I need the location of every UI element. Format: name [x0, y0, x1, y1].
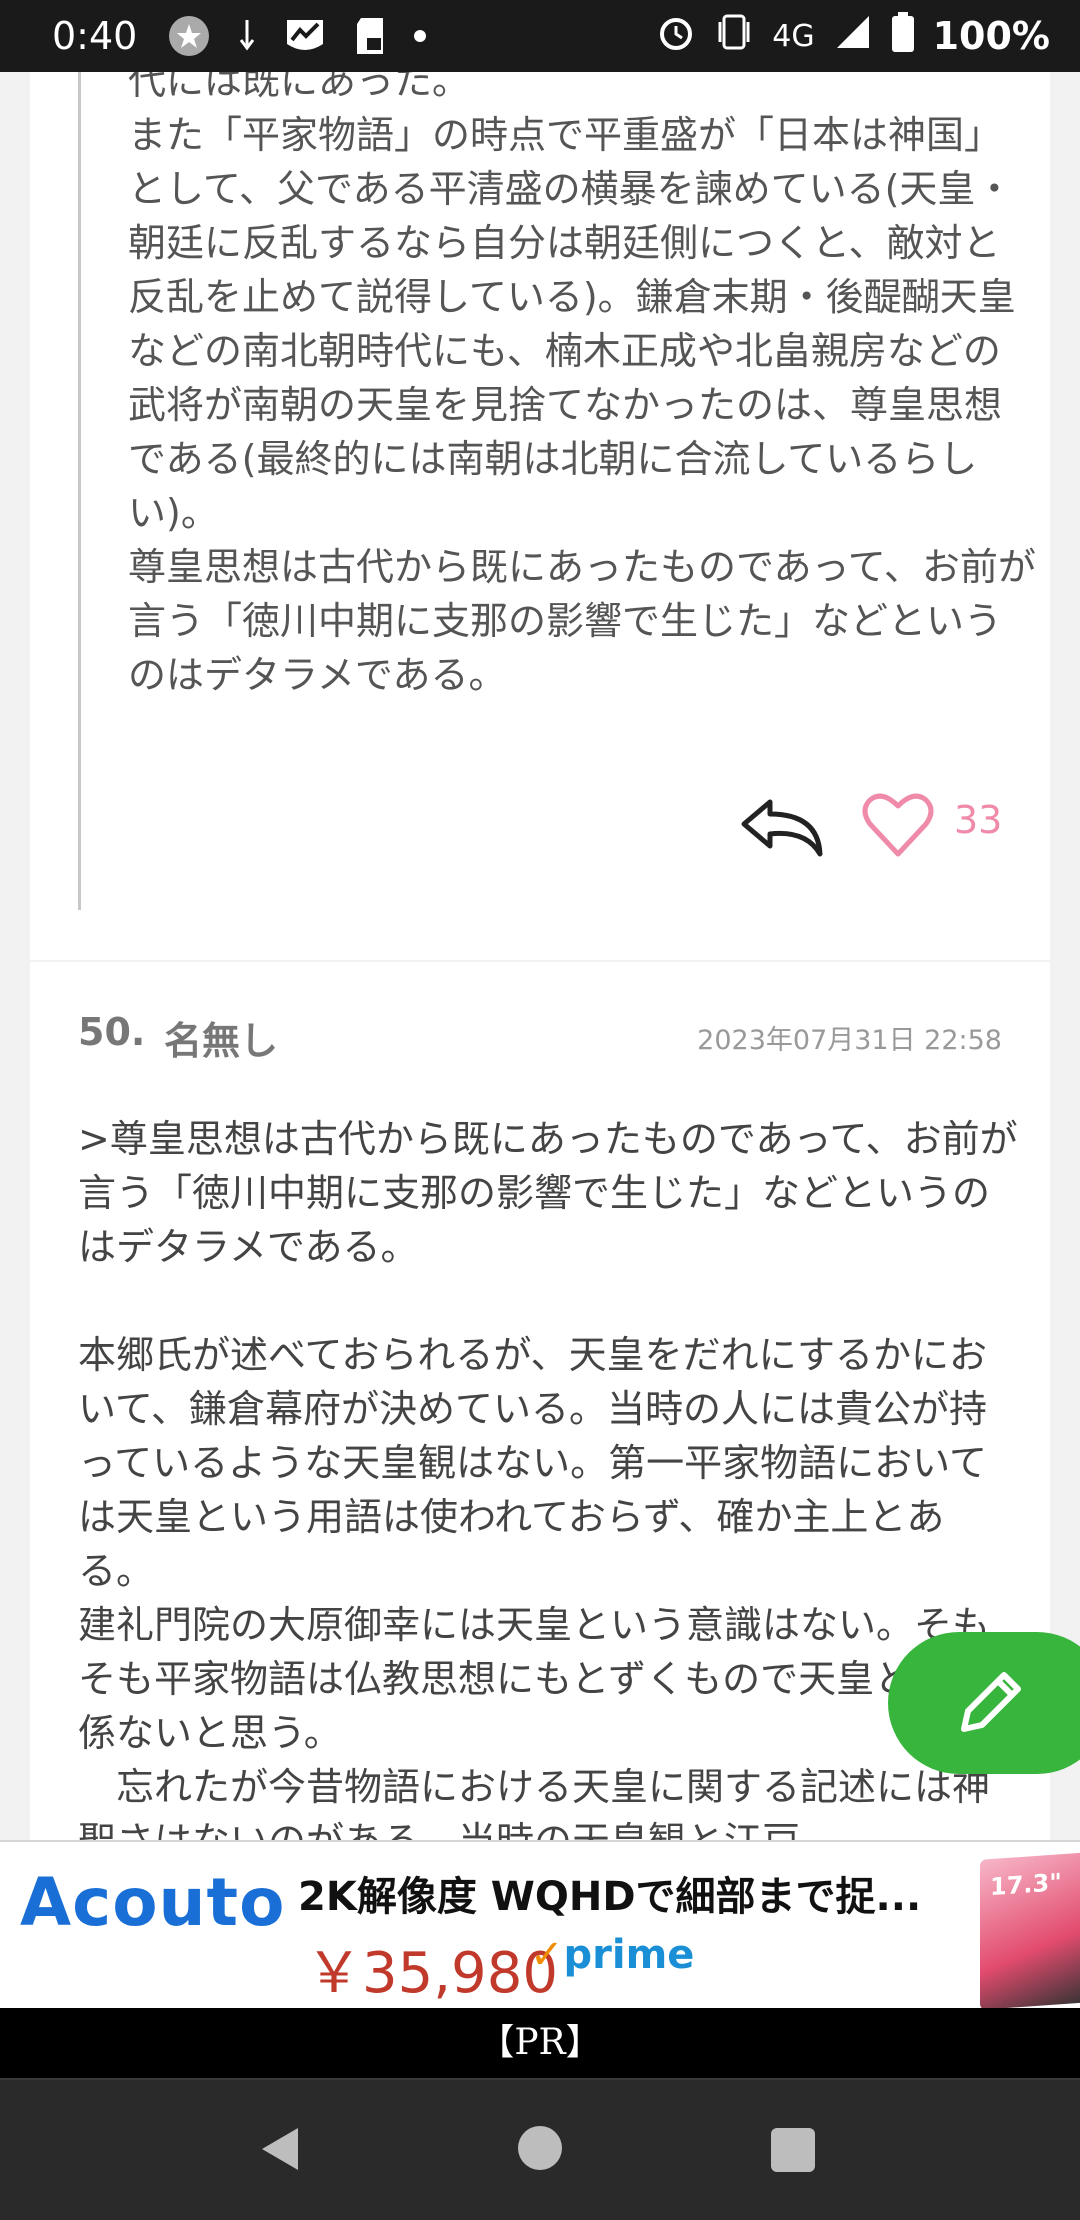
ad-product-image[interactable]: 17.3" [980, 1852, 1080, 2008]
ad-title[interactable]: 2K解像度 WQHDで細部まで捉... [298, 1864, 921, 1922]
battery-level: 100% [932, 14, 1050, 58]
chart-icon [283, 16, 327, 56]
comment-author: 名無し [164, 1019, 279, 1063]
alarm-icon [656, 12, 696, 61]
ad-brand: Acouto [20, 1864, 286, 1941]
dot-icon [413, 29, 427, 43]
heart-icon [862, 793, 934, 857]
like-button[interactable] [862, 790, 934, 860]
arrow-icon [237, 18, 257, 54]
ad-thumb-text: 17.3" [990, 1868, 1062, 1902]
pencil-icon [961, 1672, 1021, 1732]
sd-card-icon [353, 16, 387, 56]
quoted-comment-card: 代には既にあった。 また「平家物語」の時点で平重盛が「日本は神国」として、父であ… [30, 72, 1050, 960]
check-icon: ✓ [530, 1932, 564, 1978]
quoted-text: 代には既にあった。 また「平家物語」の時点で平重盛が「日本は神国」として、父であ… [128, 72, 1036, 697]
vibrate-icon [714, 12, 754, 61]
prime-badge: ✓prime [530, 1932, 695, 1978]
network-type: 4G [772, 18, 815, 54]
signal-icon [833, 12, 873, 61]
compose-button[interactable] [888, 1632, 1080, 1774]
star-icon [167, 14, 211, 58]
status-bar: 0:40 4G 100% [0, 0, 1080, 72]
ad-banner[interactable]: Acouto 2K解像度 WQHDで細部まで捉... ￥35,980 ✓prim… [0, 1840, 1080, 2008]
comment-list[interactable]: 代には既にあった。 また「平家物語」の時点で平重盛が「日本は神国」として、父であ… [0, 72, 1080, 1840]
home-icon[interactable] [518, 2126, 562, 2170]
reply-icon [741, 799, 823, 857]
navigation-bar [0, 2078, 1080, 2220]
reply-button[interactable] [740, 792, 850, 862]
back-icon[interactable] [258, 2124, 302, 2174]
battery-icon [891, 11, 915, 61]
status-time: 0:40 [52, 14, 138, 58]
pr-label: 【PR】 [0, 2008, 1080, 2078]
recents-icon[interactable] [771, 2128, 815, 2172]
comment-number: 50. [78, 1010, 146, 1054]
like-count: 33 [954, 798, 1003, 842]
ad-price: ￥35,980 [306, 1941, 558, 2006]
comment-date: 2023年07月31日 22:58 [697, 1025, 1002, 1056]
comment-body: >尊皇思想は古代から既にあったものであって、お前が言う「徳川中期に支那の影響で生… [78, 1117, 1018, 1840]
